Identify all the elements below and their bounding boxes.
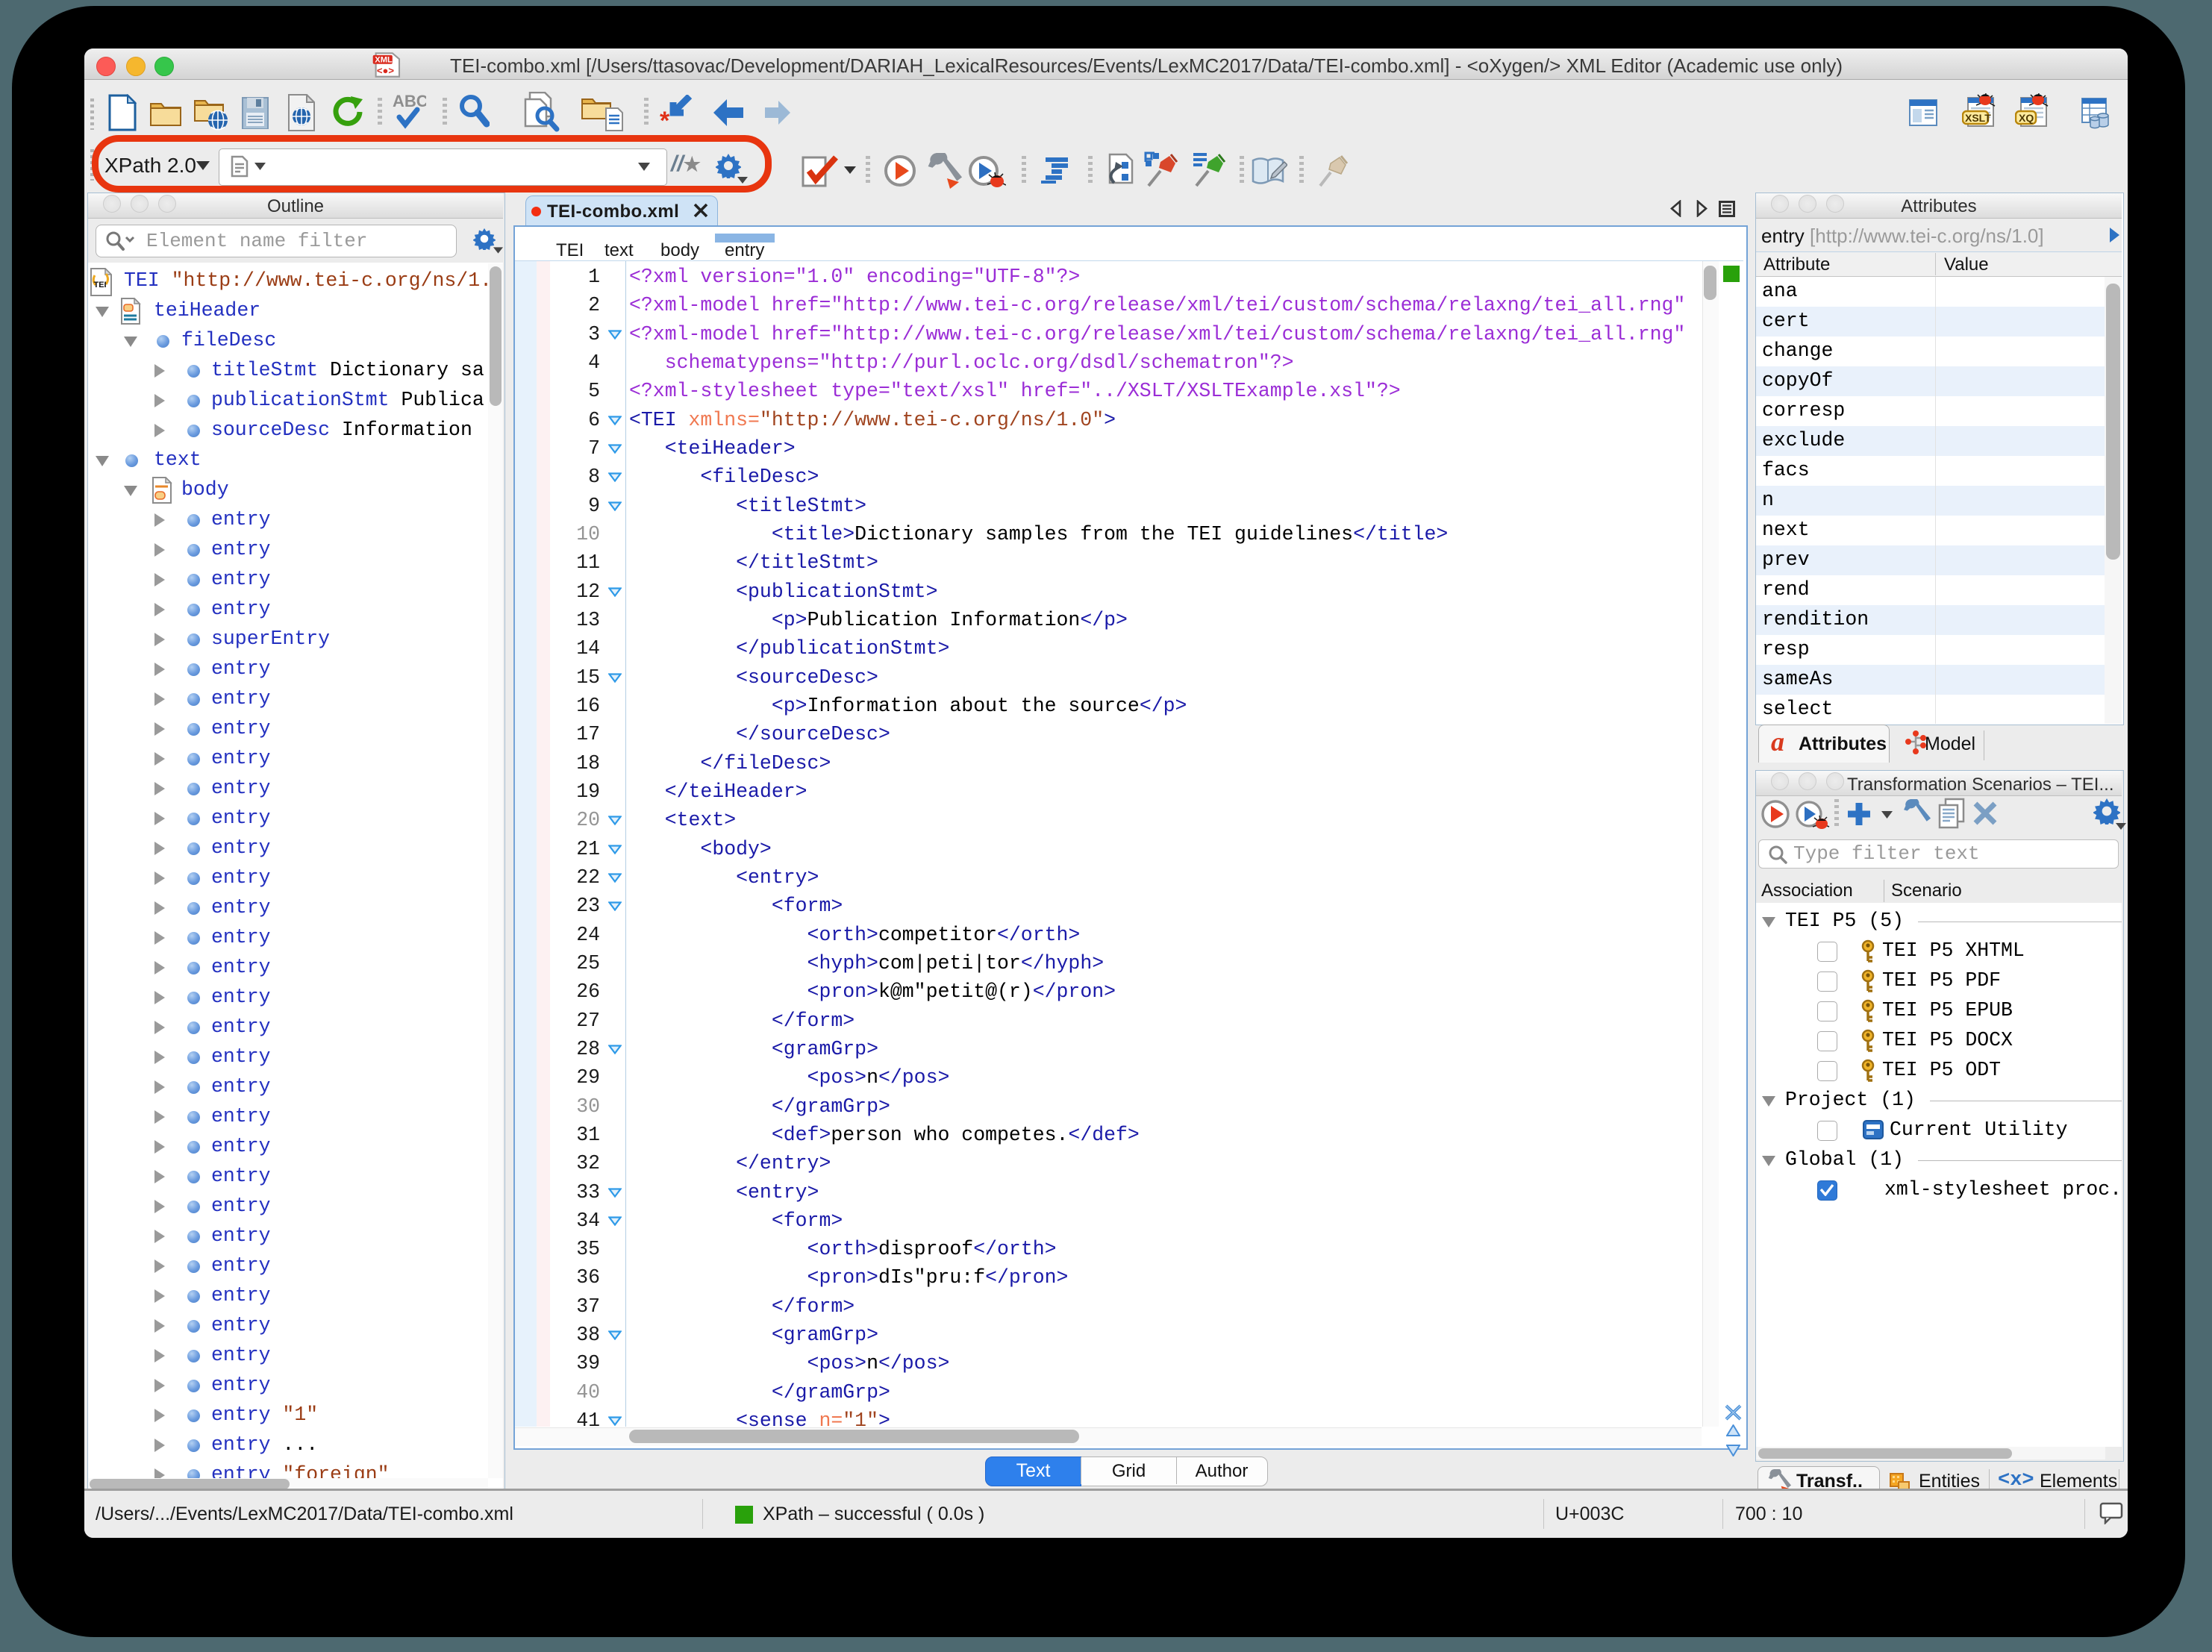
svg-text:XML: XML (375, 56, 393, 65)
svg-text:*: * (660, 107, 670, 131)
svg-text:TEI: TEI (94, 281, 107, 290)
svg-text:XSLT: XSLT (1965, 112, 1991, 124)
svg-text:XQ: XQ (2019, 112, 2034, 124)
svg-text:ABC: ABC (393, 92, 426, 110)
svg-text:<●>: <●> (377, 65, 395, 76)
